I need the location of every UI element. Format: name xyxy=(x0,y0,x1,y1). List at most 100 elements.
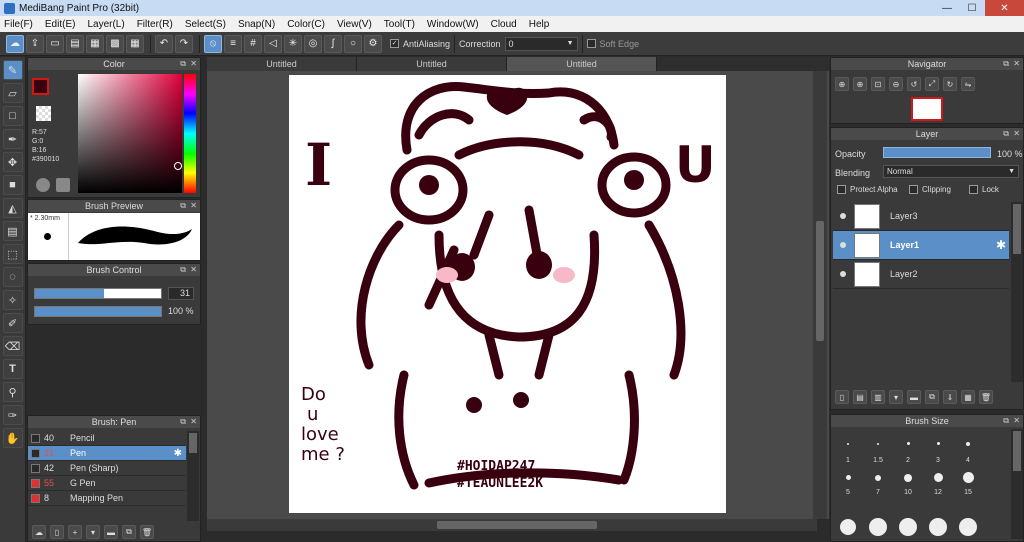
layer-list-scrollbar[interactable] xyxy=(1011,202,1023,382)
blending-select[interactable]: Normal ▼ xyxy=(883,165,1019,178)
new-halftone-layer-icon[interactable]: ▤ xyxy=(853,390,867,404)
drawing-canvas[interactable]: I U Do u love me ? #HOIDAP247 #TEAUNLEE2… xyxy=(289,75,726,513)
float-icon[interactable]: ⧉ xyxy=(180,200,186,212)
undo-icon[interactable]: ↶ xyxy=(155,34,173,53)
gear-icon[interactable]: ✱ xyxy=(996,238,1006,252)
merge-layer-icon[interactable]: ⇓ xyxy=(943,390,957,404)
brush-item-pen[interactable]: 31 Pen ✱ xyxy=(28,446,186,461)
layer-settings-icon[interactable]: ▦ xyxy=(961,390,975,404)
brush-size-10[interactable]: 10 xyxy=(895,469,921,496)
layer-row-layer1[interactable]: Layer1 ✱ xyxy=(833,231,1009,260)
cloud-brush-icon[interactable]: ☁ xyxy=(32,525,46,539)
select-eraser-icon[interactable]: ⌫ xyxy=(2,336,23,356)
navigator-thumbnail[interactable] xyxy=(911,97,943,121)
menu-cloud[interactable]: Cloud xyxy=(491,19,517,30)
tab-untitled-2[interactable]: Untitled xyxy=(357,57,507,71)
saturation-value-picker[interactable] xyxy=(78,74,182,193)
fit-window-icon[interactable]: ⤢ xyxy=(925,77,939,91)
correction-select[interactable]: 0 ▼ xyxy=(504,36,578,51)
float-icon[interactable]: ⧉ xyxy=(180,264,186,276)
grid-icon[interactable]: ▩ xyxy=(106,34,124,53)
lasso-icon[interactable]: ◌ xyxy=(2,267,23,287)
brush-list-scrollbar[interactable] xyxy=(187,431,199,521)
divide-tool-icon[interactable]: ⚲ xyxy=(2,382,23,402)
brush-tool-icon[interactable]: ✎ xyxy=(2,60,23,80)
zoom-fit-icon[interactable]: ⊡ xyxy=(871,77,885,91)
brush-size-15[interactable]: 15 xyxy=(955,469,981,496)
select-pen-icon[interactable]: ✐ xyxy=(2,313,23,333)
zoom-out-icon[interactable]: ⊖ xyxy=(889,77,903,91)
close-icon[interactable]: ✕ xyxy=(1013,128,1020,140)
scroll-thumb[interactable] xyxy=(437,521,597,529)
horizontal-scrollbar[interactable] xyxy=(207,519,817,531)
brush-item-mapping-pen[interactable]: 8 Mapping Pen xyxy=(28,491,186,506)
brush-size-5[interactable]: 5 xyxy=(835,469,861,496)
visibility-icon[interactable] xyxy=(840,242,846,248)
trash-icon[interactable]: 🗑 xyxy=(979,390,993,404)
brush-size-1[interactable]: 1 xyxy=(835,435,861,464)
rectangle-fill-icon[interactable]: ■ xyxy=(2,175,23,195)
float-icon[interactable]: ⧉ xyxy=(1003,58,1009,70)
scroll-thumb[interactable] xyxy=(1013,431,1021,471)
lock-checkbox[interactable] xyxy=(969,185,978,195)
brush-size-large-3[interactable] xyxy=(895,518,921,536)
visibility-icon[interactable] xyxy=(840,213,846,219)
tiles-icon[interactable]: ▦ xyxy=(126,34,144,53)
menu-view[interactable]: View(V) xyxy=(337,19,372,30)
radial-snap-icon[interactable]: ✳ xyxy=(284,34,302,53)
color-picker-cursor[interactable] xyxy=(174,162,182,170)
text-tool-icon[interactable]: T xyxy=(2,359,23,379)
hand-tool-icon[interactable]: ✋ xyxy=(2,428,23,448)
menu-color[interactable]: Color(C) xyxy=(287,19,325,30)
lock-option[interactable]: Lock xyxy=(969,185,999,195)
flip-icon[interactable]: ⇋ xyxy=(961,77,975,91)
bucket-pen-icon[interactable]: ✒ xyxy=(2,129,23,149)
gradient-tool-icon[interactable]: ▤ xyxy=(2,221,23,241)
new-brush-icon[interactable]: ▯ xyxy=(50,525,64,539)
ring-snap-icon[interactable]: ○ xyxy=(344,34,362,53)
vertical-scrollbar[interactable] xyxy=(813,71,827,519)
clipping-option[interactable]: Clipping xyxy=(909,185,951,195)
snap-off-icon[interactable]: ⦸ xyxy=(204,34,222,53)
new-layer-icon[interactable]: ▯ xyxy=(835,390,849,404)
brush-size-3[interactable]: 3 xyxy=(925,435,951,464)
menu-file[interactable]: File(F) xyxy=(4,19,33,30)
scroll-thumb[interactable] xyxy=(816,221,824,341)
background-color-swatch[interactable] xyxy=(36,106,51,121)
foreground-color-swatch[interactable] xyxy=(32,78,49,95)
eyedropper-icon[interactable]: ✑ xyxy=(2,405,23,425)
close-icon[interactable]: ✕ xyxy=(190,200,197,212)
brush-size-large-5[interactable] xyxy=(955,518,981,536)
snap-settings-icon[interactable]: ⚙ xyxy=(364,34,382,53)
brush-item-pen-sharp[interactable]: 42 Pen (Sharp) xyxy=(28,461,186,476)
layer-row-layer2[interactable]: Layer2 xyxy=(833,260,1009,289)
duplicate-layer-icon[interactable]: ⧉ xyxy=(925,390,939,404)
float-icon[interactable]: ⧉ xyxy=(180,58,186,70)
brush-item-pencil[interactable]: 40 Pencil xyxy=(28,431,186,446)
color-swap-icon[interactable] xyxy=(56,178,70,192)
folder-icon[interactable]: ▬ xyxy=(907,390,921,404)
move-tool-icon[interactable]: ✥ xyxy=(2,152,23,172)
rotate-left-icon[interactable]: ↺ xyxy=(907,77,921,91)
menu-edit[interactable]: Edit(E) xyxy=(45,19,76,30)
menu-help[interactable]: Help xyxy=(529,19,550,30)
magic-wand-icon[interactable]: ✧ xyxy=(2,290,23,310)
antialiasing-checkbox[interactable]: ✓ xyxy=(390,39,399,48)
curve-snap-icon[interactable]: ∫ xyxy=(324,34,342,53)
brush-size-large-4[interactable] xyxy=(925,518,951,536)
float-icon[interactable]: ⧉ xyxy=(1003,415,1009,427)
rotate-right-icon[interactable]: ↻ xyxy=(943,77,957,91)
folder-icon[interactable]: ▬ xyxy=(104,525,118,539)
menu-filter[interactable]: Filter(R) xyxy=(137,19,173,30)
eraser-tool-icon[interactable]: ▱ xyxy=(2,83,23,103)
color-wheel-icon[interactable] xyxy=(36,178,50,192)
menu-snap[interactable]: Snap(N) xyxy=(238,19,275,30)
brush-size-large-2[interactable] xyxy=(865,518,891,536)
softedge-checkbox[interactable] xyxy=(586,39,596,48)
minimize-button[interactable]: — xyxy=(935,0,959,16)
zoom-in-icon[interactable]: ⊕ xyxy=(853,77,867,91)
close-icon[interactable]: ✕ xyxy=(190,264,197,276)
chat-icon[interactable]: ▤ xyxy=(66,34,84,53)
close-icon[interactable]: ✕ xyxy=(190,58,197,70)
clipping-checkbox[interactable] xyxy=(909,185,918,195)
